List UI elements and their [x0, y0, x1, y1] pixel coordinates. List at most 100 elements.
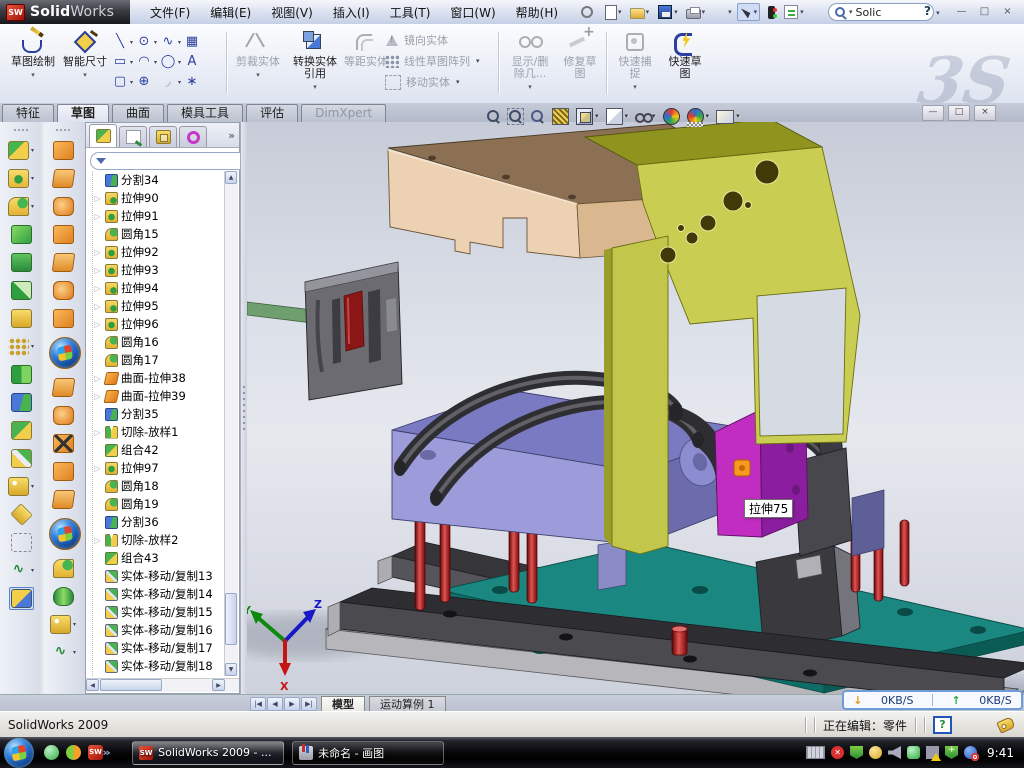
search-input[interactable]: ▾ Solic: [828, 3, 934, 21]
dropdown-icon[interactable]: ▾: [130, 59, 133, 66]
dropdown-icon[interactable]: ▾: [476, 57, 480, 65]
features-tool-button-7[interactable]: ▾: [6, 335, 36, 358]
tree-item[interactable]: 圆角15: [93, 225, 232, 243]
dropdown-icon[interactable]: ▾: [31, 147, 34, 154]
dropdown-icon[interactable]: ▾: [154, 39, 157, 46]
tree-item[interactable]: 实体-移动/复制14: [93, 585, 232, 603]
appearance-button[interactable]: [663, 108, 680, 125]
tree-item[interactable]: 组合42: [93, 441, 232, 459]
core-block[interactable]: [305, 262, 402, 400]
update-icon[interactable]: [869, 746, 882, 759]
tree-item[interactable]: ▷拉伸90: [93, 189, 232, 207]
features-tool-button-11[interactable]: [9, 447, 34, 470]
graphics-area[interactable]: Y Z X: [247, 122, 1024, 694]
tab-评估[interactable]: 评估: [246, 104, 298, 122]
features-tool-button-12[interactable]: ▾: [6, 475, 36, 498]
scroll-down-button[interactable]: ▼: [225, 663, 237, 676]
tree-item[interactable]: ▷拉伸92: [93, 243, 232, 261]
surfaces-tool-button-5[interactable]: [51, 279, 76, 302]
tab-nav-next[interactable]: ▶: [284, 697, 300, 711]
tag-icon[interactable]: [996, 716, 1015, 733]
more-button[interactable]: [809, 3, 829, 21]
menu-item-3[interactable]: 插入(I): [323, 1, 380, 24]
stop-badge-icon[interactable]: [964, 746, 977, 759]
vertical-scroll-thumb[interactable]: [225, 593, 237, 645]
sketch-entity-6[interactable]: ◯▾: [160, 52, 184, 72]
surfaces-tool-button-4[interactable]: [51, 251, 76, 274]
sketch-entity-0[interactable]: ╲▾: [112, 32, 136, 52]
tree-item[interactable]: 圆角19: [93, 495, 232, 513]
menu-item-2[interactable]: 视图(V): [261, 1, 323, 24]
features-tool-button-4[interactable]: [9, 251, 34, 274]
surfaces-tool-button-14[interactable]: [51, 557, 76, 580]
sketch-entity-9[interactable]: ⊕: [136, 72, 160, 92]
features-tool-button-0[interactable]: ▾: [6, 139, 36, 162]
previous-view-button[interactable]: [530, 109, 545, 124]
antivirus-icon[interactable]: [945, 746, 958, 759]
dropdown-icon[interactable]: ▾: [702, 8, 706, 16]
dropdown-icon[interactable]: ▾: [456, 78, 460, 86]
scroll-up-button[interactable]: ▲: [225, 171, 237, 184]
menu-item-0[interactable]: 文件(F): [140, 1, 200, 24]
scene-button[interactable]: ▾: [687, 108, 710, 125]
dropdown-icon[interactable]: ▾: [73, 649, 76, 656]
dropdown-icon[interactable]: ▾: [178, 39, 181, 46]
features-tool-button-10[interactable]: [9, 419, 34, 442]
tree-item[interactable]: 圆角17: [93, 351, 232, 369]
dropdown-icon[interactable]: ▾: [31, 567, 34, 574]
features-tool-button-13[interactable]: [9, 503, 34, 526]
features-tool-button-2[interactable]: ▾: [6, 195, 36, 218]
section-view-button[interactable]: [552, 108, 569, 125]
dropdown-icon[interactable]: ▾: [178, 79, 181, 86]
panel-tab-configuration-manager[interactable]: [149, 126, 177, 147]
features-tool-button-5[interactable]: [9, 279, 34, 302]
sketch-entity-3[interactable]: ▦: [184, 32, 208, 52]
view-setting-button[interactable]: ▾: [716, 108, 740, 124]
surfaces-tool-button-10[interactable]: [51, 432, 76, 455]
scroll-left-button[interactable]: ◀: [86, 679, 99, 691]
tree-item[interactable]: 实体-移动/复制18: [93, 657, 232, 675]
print-button[interactable]: ▾: [683, 3, 709, 21]
power-shield-icon[interactable]: [850, 746, 863, 759]
tab-DimXpert[interactable]: DimXpert: [301, 104, 386, 122]
save-button[interactable]: ▾: [654, 2, 681, 22]
open-button[interactable]: ▾: [627, 3, 653, 21]
sketch-entity-4[interactable]: ▭▾: [112, 52, 136, 72]
surfaces-tool-button-6[interactable]: [51, 307, 76, 330]
surfaces-tool-button-11[interactable]: [51, 460, 76, 483]
features-tool-button-9[interactable]: [9, 391, 34, 414]
tree-item[interactable]: ▷曲面-拉伸38: [93, 369, 232, 387]
surfaces-tool-button-17[interactable]: ▾: [48, 641, 78, 664]
hide-show-button[interactable]: ▾: [635, 109, 656, 124]
keyboard-layout-icon[interactable]: [806, 746, 825, 759]
dropdown-icon[interactable]: ▾: [130, 79, 133, 86]
sketch-entity-5[interactable]: ◠▾: [136, 52, 160, 72]
sketch-entity-7[interactable]: A: [184, 52, 208, 72]
security-alert-icon[interactable]: [831, 746, 844, 759]
tree-item[interactable]: 组合43: [93, 549, 232, 567]
panel-tab-property-manager[interactable]: [119, 126, 147, 147]
document-restore-button[interactable]: □: [948, 105, 970, 121]
pin-button[interactable]: [576, 2, 598, 22]
features-tool-button-15[interactable]: ▾: [6, 559, 36, 582]
view-orientation-button[interactable]: ▾: [576, 108, 599, 125]
features-tool-button-16[interactable]: [9, 587, 34, 610]
search-dropdown-icon[interactable]: ▾: [849, 8, 853, 16]
tree-horizontal-scrollbar[interactable]: ◀ ▶: [86, 678, 239, 692]
tree-item[interactable]: ▷拉伸96: [93, 315, 232, 333]
tree-item[interactable]: ▷拉伸93: [93, 261, 232, 279]
core-insert-red[interactable]: [344, 291, 364, 351]
dropdown-icon[interactable]: ▾: [674, 8, 678, 16]
model-tab-模型[interactable]: 模型: [321, 696, 365, 712]
surfaces-tool-button-13[interactable]: [43, 516, 83, 552]
menu-item-5[interactable]: 窗口(W): [440, 1, 505, 24]
tree-item[interactable]: 实体-移动/复制13: [93, 567, 232, 585]
help-button[interactable]: ? ▾: [924, 4, 940, 18]
start-button[interactable]: [4, 738, 34, 768]
convert-entities-button[interactable]: 转换实体引用▾: [288, 28, 342, 96]
sketch-entity-8[interactable]: ▢▾: [112, 72, 136, 92]
3d-model-view[interactable]: Y Z X: [247, 122, 1024, 694]
status-help-icon[interactable]: ?: [933, 716, 952, 734]
feature-filter-box[interactable]: [90, 152, 262, 170]
tab-nav-last[interactable]: ▶|: [301, 697, 317, 711]
